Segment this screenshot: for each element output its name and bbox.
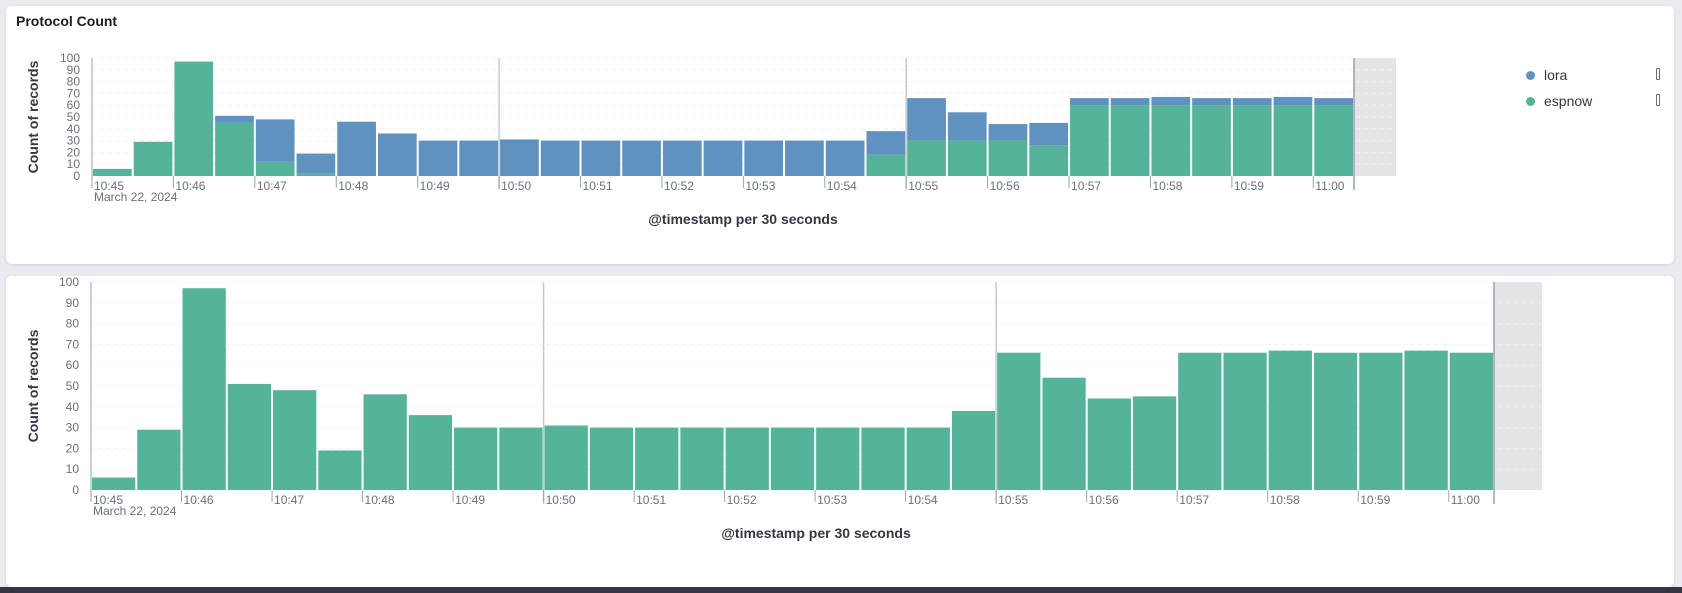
- bar-count[interactable]: [1132, 396, 1177, 490]
- bar-count[interactable]: [816, 427, 860, 490]
- bar-count[interactable]: [363, 394, 407, 490]
- bar-count[interactable]: [1223, 352, 1267, 490]
- y-tick-label: 10: [66, 462, 80, 476]
- bar-count[interactable]: [906, 427, 950, 490]
- x-tick-label: 10:52: [727, 493, 757, 507]
- x-tick-label: 10:50: [546, 493, 576, 507]
- bar-count[interactable]: [92, 477, 136, 490]
- bar-count[interactable]: [635, 427, 679, 490]
- records-count-chart: 010203040506070809010010:45 10:46 10:47 10:…: [25, 275, 1542, 541]
- bar-count[interactable]: [861, 427, 905, 490]
- bar-count[interactable]: [544, 425, 588, 490]
- y-axis-title: Count of records: [25, 329, 41, 442]
- y-tick-label: 20: [66, 441, 80, 455]
- x-tick-label: 11:00: [1451, 493, 1480, 507]
- y-tick-label: 30: [66, 421, 80, 435]
- bar-count[interactable]: [1268, 350, 1312, 490]
- x-date-label: March 22, 2024: [93, 504, 177, 518]
- bar-count[interactable]: [182, 288, 226, 490]
- x-tick-label: 10:54: [908, 493, 938, 507]
- bar-count[interactable]: [1359, 352, 1403, 490]
- x-tick-label: 10:58: [1270, 493, 1300, 507]
- bar-count[interactable]: [997, 352, 1041, 490]
- bar-count[interactable]: [680, 427, 724, 490]
- y-tick-label: 80: [66, 317, 80, 331]
- y-tick-label: 50: [66, 379, 80, 393]
- x-tick-label: 10:51: [636, 493, 666, 507]
- bar-count[interactable]: [318, 450, 362, 490]
- bar-count[interactable]: [1042, 377, 1086, 490]
- bar-count[interactable]: [408, 415, 453, 490]
- bottom-scroll-region: [0, 587, 1682, 593]
- y-tick-label: 40: [66, 400, 80, 414]
- bar-count[interactable]: [227, 383, 272, 490]
- y-tick-label: 0: [72, 483, 79, 497]
- bar-count[interactable]: [1178, 352, 1222, 490]
- x-axis-title: @timestamp per 30 seconds: [721, 525, 911, 541]
- y-tick-label: 100: [59, 275, 79, 289]
- bar-count[interactable]: [273, 390, 317, 490]
- bar-count[interactable]: [1313, 352, 1358, 490]
- x-tick-label: 10:47: [274, 493, 304, 507]
- bar-count[interactable]: [951, 410, 996, 490]
- bar-count[interactable]: [770, 427, 815, 490]
- bar-count[interactable]: [137, 429, 181, 490]
- x-tick-label: 10:55: [998, 493, 1028, 507]
- bar-count[interactable]: [454, 427, 498, 490]
- bar-count[interactable]: [1404, 350, 1448, 490]
- bar-count[interactable]: [1087, 398, 1131, 490]
- bar-count[interactable]: [589, 427, 634, 490]
- x-tick-label: 10:59: [1360, 493, 1390, 507]
- y-tick-label: 70: [66, 337, 80, 351]
- bar-count[interactable]: [1449, 352, 1493, 490]
- x-tick-label: 10:48: [365, 493, 395, 507]
- bar-count[interactable]: [725, 427, 769, 490]
- y-tick-label: 60: [66, 358, 80, 372]
- y-tick-label: 90: [66, 296, 80, 310]
- x-tick-label: 10:49: [455, 493, 485, 507]
- x-tick-label: 10:46: [184, 493, 214, 507]
- bar-count[interactable]: [499, 427, 543, 490]
- x-tick-label: 10:53: [817, 493, 847, 507]
- x-tick-label: 10:57: [1179, 493, 1209, 507]
- x-tick-label: 10:56: [1089, 493, 1119, 507]
